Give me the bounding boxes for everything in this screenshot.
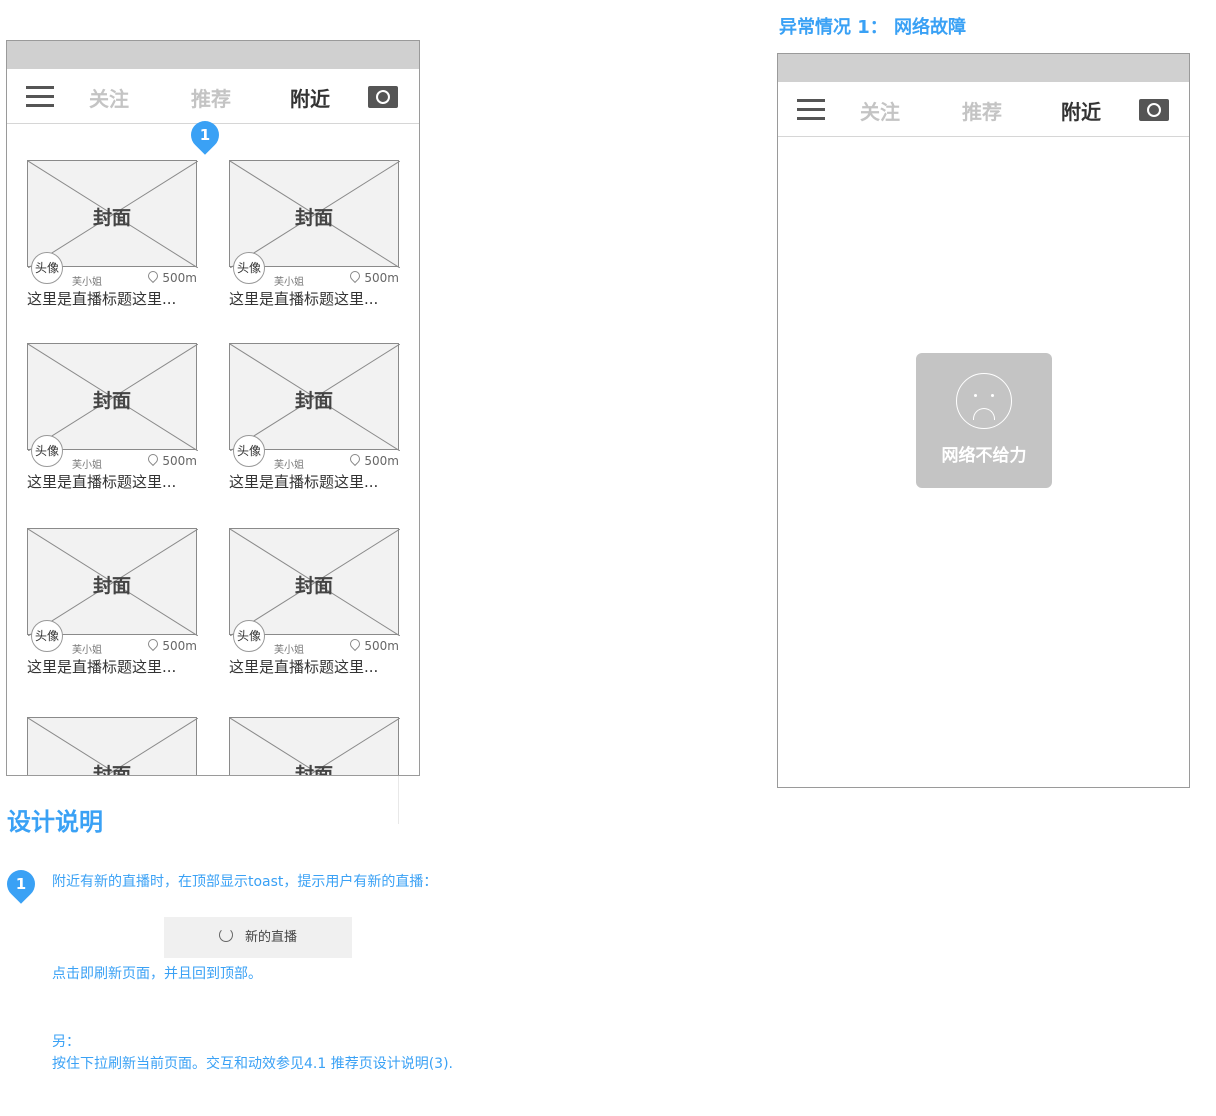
location-icon (146, 451, 161, 467)
note-line: 附近有新的直播时，在顶部显示toast，提示用户有新的直播： (52, 874, 438, 890)
distance-value: 500m (364, 639, 399, 653)
note-line: 点击即刷新页面，并且回到顶部。 (52, 966, 262, 982)
cover-placeholder: 封面 (229, 343, 400, 451)
anchor-name: 芙小姐 (72, 460, 102, 471)
avatar[interactable]: 头像 (233, 435, 265, 467)
annotation-pin: 1 (1, 864, 41, 904)
location-icon (348, 268, 363, 284)
network-error-toast: 网络不给力 (916, 353, 1052, 488)
live-title: 这里是直播标题这里... (229, 290, 379, 308)
distance-value: 500m (162, 454, 197, 468)
live-card[interactable]: 封面 头像 芙小姐 500m 这里是直播标题这里... (229, 160, 400, 320)
camera-icon[interactable] (368, 86, 398, 108)
annotation-number: 1 (199, 126, 211, 144)
tab-nearby[interactable]: 附近 (290, 83, 330, 112)
distance-value: 500m (364, 271, 399, 285)
distance: 500m (348, 268, 399, 285)
design-notes-title: 设计说明 (7, 808, 103, 836)
live-card[interactable]: 封面 头像 芙小姐 500m 这里是直播标题这里... (229, 343, 400, 503)
cover-placeholder: 封面 (27, 717, 198, 776)
distance: 500m (348, 451, 399, 468)
live-card[interactable]: 封面 头像 芙小姐 500m 这里是直播标题这里... (27, 343, 198, 503)
menu-icon[interactable] (26, 86, 54, 108)
cover-label: 封面 (92, 764, 131, 776)
note-line: 按住下拉刷新当前页面。交互和动效参见4.1 推荐页设计说明(3). (52, 1056, 453, 1072)
avatar[interactable]: 头像 (31, 620, 63, 652)
toast-label: 新的直播 (244, 930, 297, 945)
live-title: 这里是直播标题这里... (27, 290, 177, 308)
top-nav-bar: 关注 推荐 附近 (7, 69, 419, 124)
status-bar (7, 41, 419, 69)
location-icon (348, 636, 363, 652)
cover-label: 封面 (294, 207, 333, 229)
divider (398, 776, 399, 824)
distance-value: 500m (162, 271, 197, 285)
cover-placeholder: 封面 (27, 528, 198, 636)
live-title: 这里是直播标题这里... (229, 473, 379, 491)
cover-label: 封面 (294, 764, 333, 776)
cover-label: 封面 (294, 390, 333, 412)
note-line: 另： (52, 1034, 80, 1050)
sad-face-icon (956, 373, 1012, 429)
tab-nearby[interactable]: 附近 (1061, 96, 1101, 125)
refresh-icon (218, 928, 233, 942)
distance-value: 500m (162, 639, 197, 653)
tab-recommend[interactable]: 推荐 (191, 83, 231, 112)
live-card[interactable]: 封面 (229, 717, 400, 776)
distance-value: 500m (364, 454, 399, 468)
network-error-phone: 关注 推荐 附近 网络不给力 (777, 53, 1190, 788)
live-card[interactable]: 封面 (27, 717, 198, 776)
location-icon (146, 268, 161, 284)
cover-label: 封面 (92, 390, 131, 412)
status-bar (778, 54, 1189, 82)
tab-follow[interactable]: 关注 (860, 96, 900, 125)
annotation-number: 1 (15, 875, 27, 893)
anchor-name: 芙小姐 (274, 460, 304, 471)
new-live-toast[interactable]: 新的直播 (164, 917, 352, 958)
live-title: 这里是直播标题这里... (27, 658, 177, 676)
abnormal-title: 异常情况 1： 网络故障 (779, 17, 967, 38)
live-card[interactable]: 封面 头像 芙小姐 500m 这里是直播标题这里... (229, 528, 400, 688)
distance: 500m (348, 636, 399, 653)
live-title: 这里是直播标题这里... (229, 658, 379, 676)
live-title: 这里是直播标题这里... (27, 473, 177, 491)
top-nav-bar: 关注 推荐 附近 (778, 82, 1189, 137)
cover-placeholder: 封面 (229, 717, 400, 776)
cover-placeholder: 封面 (27, 343, 198, 451)
location-icon (146, 636, 161, 652)
cover-label: 封面 (92, 207, 131, 229)
avatar[interactable]: 头像 (31, 252, 63, 284)
tab-recommend[interactable]: 推荐 (962, 96, 1002, 125)
avatar[interactable]: 头像 (233, 620, 265, 652)
cover-placeholder: 封面 (229, 528, 400, 636)
cover-placeholder: 封面 (27, 160, 198, 268)
tab-follow[interactable]: 关注 (89, 83, 129, 112)
nearby-feed-phone: 关注 推荐 附近 封面 头像 芙小姐 500m 这里是直播标题这里... 封面 … (6, 40, 420, 776)
live-card[interactable]: 封面 头像 芙小姐 500m 这里是直播标题这里... (27, 160, 198, 320)
distance: 500m (146, 268, 197, 285)
anchor-name: 芙小姐 (72, 277, 102, 288)
avatar[interactable]: 头像 (233, 252, 265, 284)
annotation-pin: 1 (185, 115, 225, 155)
avatar[interactable]: 头像 (31, 435, 63, 467)
camera-icon[interactable] (1139, 99, 1169, 121)
distance: 500m (146, 636, 197, 653)
anchor-name: 芙小姐 (72, 645, 102, 656)
distance: 500m (146, 451, 197, 468)
cover-label: 封面 (294, 575, 333, 597)
location-icon (348, 451, 363, 467)
anchor-name: 芙小姐 (274, 645, 304, 656)
cover-label: 封面 (92, 575, 131, 597)
menu-icon[interactable] (797, 99, 825, 121)
cover-placeholder: 封面 (229, 160, 400, 268)
error-message: 网络不给力 (941, 446, 1027, 466)
live-card[interactable]: 封面 头像 芙小姐 500m 这里是直播标题这里... (27, 528, 198, 688)
anchor-name: 芙小姐 (274, 277, 304, 288)
